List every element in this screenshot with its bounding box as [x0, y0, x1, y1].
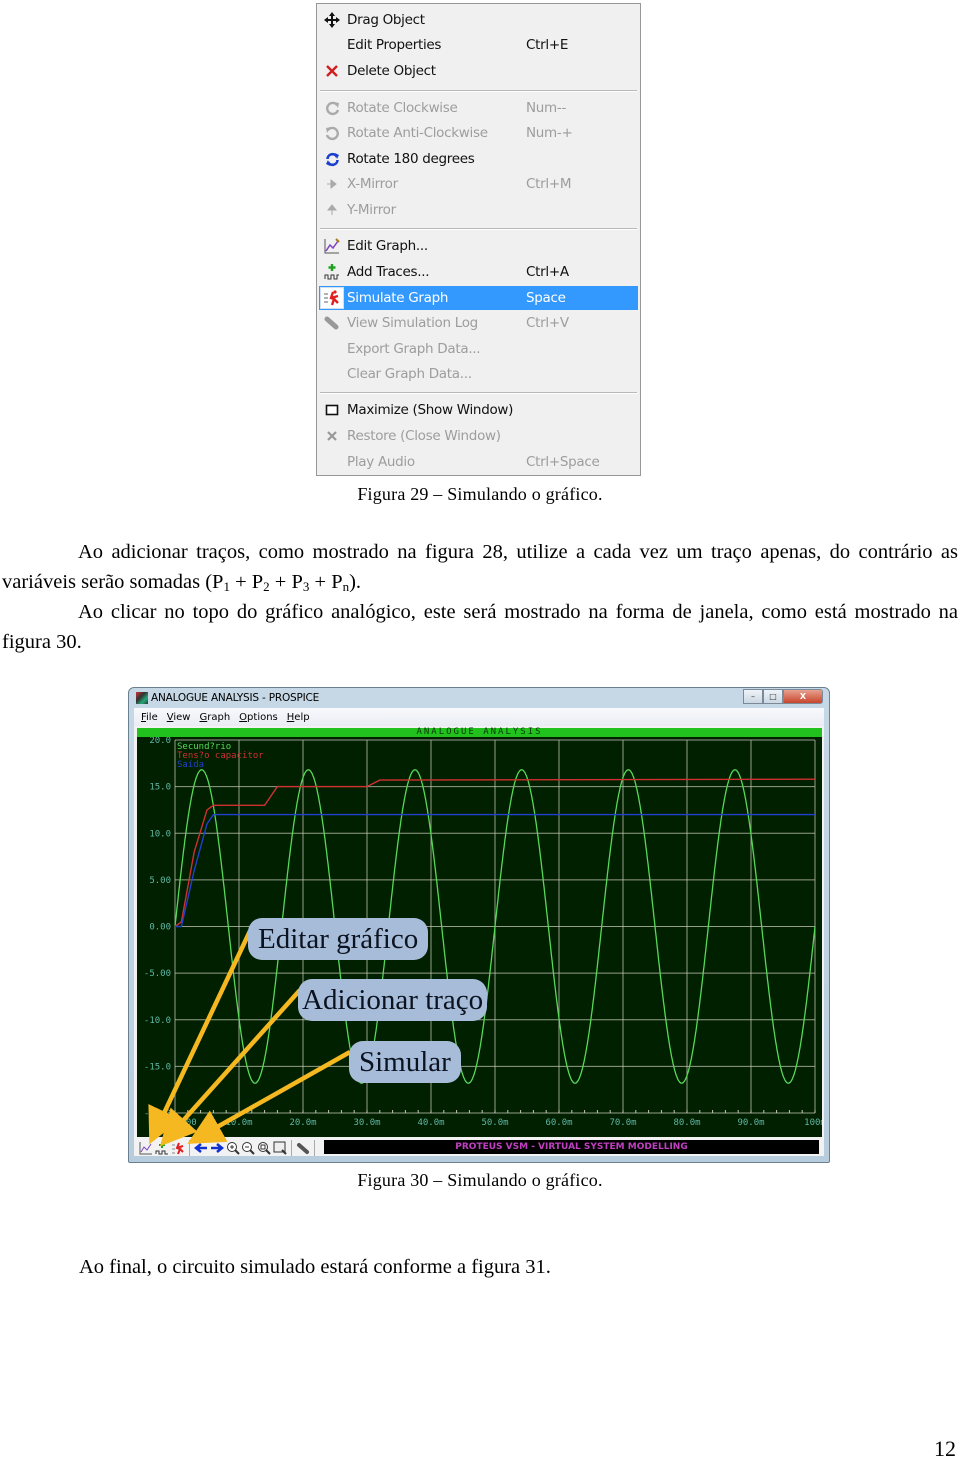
callout-arrows — [148, 930, 352, 1147]
figure-30-caption: Figura 30 – Simulando o gráfico. — [357, 1170, 603, 1190]
arrow-add-traces — [159, 988, 302, 1147]
callout-simulate: Simular — [349, 1041, 461, 1083]
paragraph-final: Ao final, o circuito simulado estará con… — [79, 1256, 551, 1278]
page-number: 12 — [934, 1436, 956, 1461]
callout-edit-graph: Editar gráfico — [248, 918, 429, 960]
arrow-simulate — [187, 1050, 352, 1144]
callout-add-trace: Adicionar traço — [298, 979, 488, 1021]
